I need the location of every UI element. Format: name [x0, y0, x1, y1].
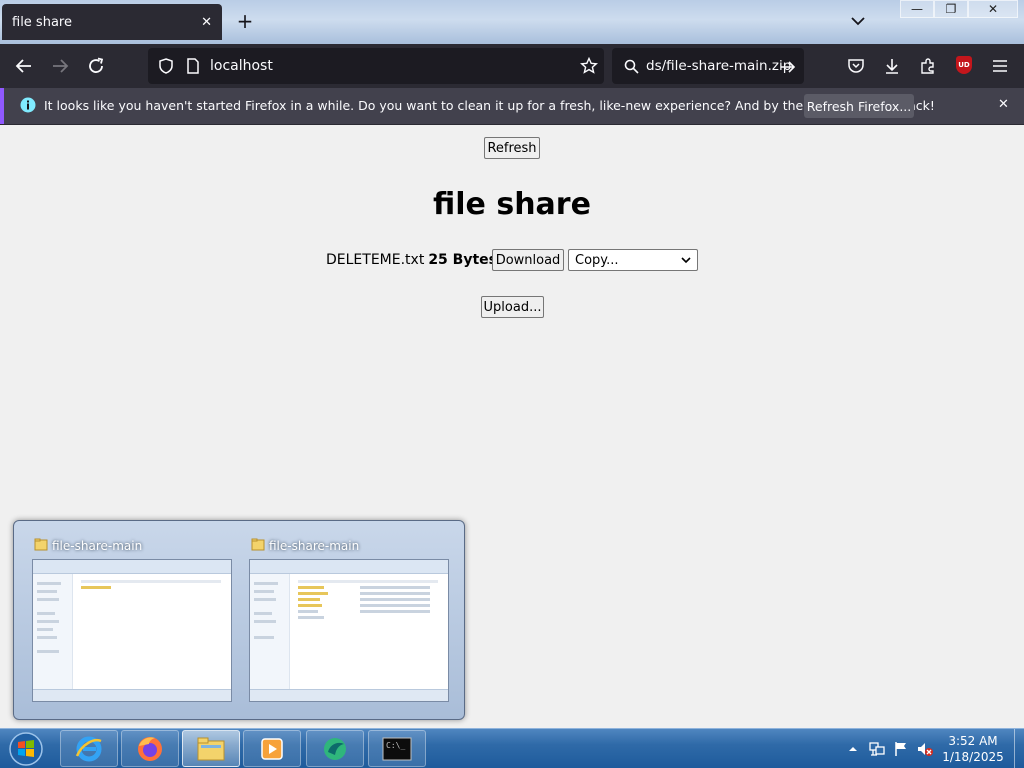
file-row: DELETEME.txt 25 Bytes — [326, 249, 497, 271]
notification-bar: It looks like you haven't started Firefo… — [0, 88, 1024, 124]
green-app-icon — [324, 737, 346, 760]
back-arrow-icon — [15, 59, 31, 73]
clock-date: 1/18/2025 — [942, 750, 1004, 764]
media-player-icon — [261, 737, 283, 760]
file-size: 25 Bytes — [428, 252, 497, 268]
new-tab-button[interactable]: + — [232, 9, 258, 33]
folder-icon — [251, 538, 265, 551]
forward-arrow-icon — [53, 59, 69, 73]
address-bar[interactable]: localhost — [148, 48, 604, 84]
show-hidden-icons-button[interactable] — [842, 739, 864, 759]
flag-icon — [895, 742, 906, 756]
thumbnail-preview — [32, 559, 232, 702]
windows-start-orb-icon — [9, 732, 43, 766]
ublock-origin-icon[interactable]: UD — [956, 56, 972, 74]
restore-button[interactable]: ❐ — [934, 0, 968, 18]
folder-explorer-icon — [197, 737, 225, 760]
taskbar: C:\_ 3:52 AM 1/18/2025 — [0, 728, 1024, 768]
thumbnail-preview — [249, 559, 449, 702]
svg-text:C:\_: C:\_ — [386, 741, 405, 750]
copy-select-value: Copy... — [575, 252, 619, 268]
internet-explorer-icon — [75, 736, 102, 761]
search-bar[interactable]: ds/file-share-main.zip — [612, 48, 804, 84]
extensions-button[interactable] — [914, 53, 942, 79]
search-input-text: ds/file-share-main.zip — [646, 58, 792, 74]
taskbar-clock[interactable]: 3:52 AM 1/18/2025 — [936, 733, 1010, 765]
firefox-icon — [138, 736, 162, 761]
download-button[interactable]: Download — [492, 249, 564, 271]
taskbar-firefox[interactable] — [121, 730, 179, 767]
close-window-button[interactable]: ✕ — [968, 0, 1018, 18]
minimize-button[interactable]: — — [900, 0, 934, 18]
search-icon — [624, 59, 639, 74]
folder-icon — [34, 538, 48, 551]
puzzle-piece-icon — [921, 58, 934, 74]
browser-tab[interactable]: file share ✕ — [2, 4, 222, 40]
command-prompt-icon: C:\_ — [382, 737, 412, 760]
upload-button[interactable]: Upload... — [481, 296, 544, 318]
thumbnail-title: file-share-main — [269, 539, 360, 553]
reload-icon — [89, 57, 104, 73]
copy-select[interactable]: Copy... — [568, 249, 698, 271]
taskbar-windows-explorer[interactable] — [182, 730, 240, 767]
pocket-icon — [848, 59, 864, 73]
title-bar: file share ✕ + — ❐ ✕ — [0, 0, 1024, 44]
thumbnail-title: file-share-main — [52, 539, 143, 553]
notification-close-icon[interactable]: ✕ — [998, 97, 1009, 112]
reload-button[interactable] — [82, 53, 110, 79]
volume-tray-button[interactable] — [914, 739, 936, 759]
info-icon — [20, 97, 36, 113]
page-icon[interactable] — [186, 58, 200, 74]
tab-close-icon[interactable]: ✕ — [201, 15, 212, 30]
start-button[interactable] — [6, 730, 46, 768]
back-button[interactable] — [10, 53, 38, 79]
app-menu-button[interactable] — [986, 53, 1014, 79]
list-all-tabs-button[interactable] — [848, 11, 868, 31]
bookmark-star-icon[interactable] — [580, 57, 598, 75]
tab-title: file share — [12, 14, 72, 30]
volume-muted-icon — [918, 743, 933, 756]
refresh-button[interactable]: Refresh — [484, 137, 540, 159]
taskbar-media-player[interactable] — [243, 730, 301, 767]
taskbar-green-app[interactable] — [306, 730, 364, 767]
system-tray — [842, 729, 938, 768]
page-title: file share — [433, 187, 591, 222]
chevron-up-icon — [849, 747, 857, 751]
file-name: DELETEME.txt — [326, 252, 425, 268]
notification-message: It looks like you haven't started Firefo… — [44, 98, 935, 113]
chevron-down-icon — [851, 17, 865, 26]
go-arrow-icon[interactable] — [780, 59, 796, 75]
download-icon — [886, 59, 898, 74]
downloads-button[interactable] — [878, 53, 906, 79]
show-desktop-button[interactable] — [1014, 729, 1024, 768]
taskbar-internet-explorer[interactable] — [60, 730, 118, 767]
window-controls: — ❐ ✕ — [900, 0, 1018, 18]
network-icon — [869, 742, 885, 756]
action-center-tray-button[interactable] — [890, 739, 912, 759]
shield-icon[interactable] — [158, 58, 174, 74]
taskbar-thumbnail-popup: file-share-main file-share-main — [13, 520, 465, 720]
clock-time: 3:52 AM — [948, 734, 998, 748]
chevron-down-icon — [681, 257, 691, 264]
navigation-toolbar: localhost ds/file-share-main.zip UD — [0, 44, 1024, 88]
hamburger-menu-icon — [993, 60, 1007, 72]
pocket-button[interactable] — [842, 53, 870, 79]
url-text: localhost — [210, 58, 273, 74]
forward-button[interactable] — [46, 53, 74, 79]
refresh-firefox-button[interactable]: Refresh Firefox... — [804, 94, 914, 118]
taskbar-command-prompt[interactable]: C:\_ — [368, 730, 426, 767]
network-tray-button[interactable] — [866, 739, 888, 759]
